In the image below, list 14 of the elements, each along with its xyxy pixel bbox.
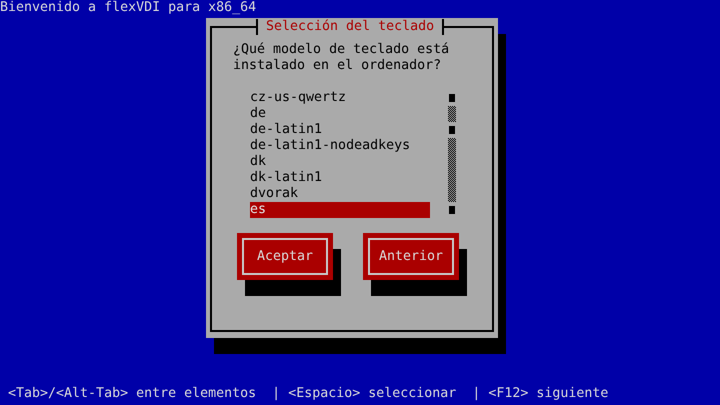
list-item[interactable]: de-latin1 <box>250 122 430 138</box>
list-item[interactable]: dvorak <box>250 186 430 202</box>
status-text: <Tab>/<Alt-Tab> entre elementos | <Espacio> seleccionar | <F12> siguiente <box>7 386 610 402</box>
list-item[interactable]: dk-latin1 <box>250 170 430 186</box>
list-item[interactable]: es <box>250 202 430 218</box>
list-item[interactable]: cz-us-qwertz <box>250 90 430 106</box>
list-item[interactable]: de <box>250 106 430 122</box>
list-item[interactable]: dk <box>250 154 430 170</box>
dialog-button[interactable]: Aceptar <box>237 233 333 280</box>
dialog-button[interactable]: Anterior <box>363 233 459 280</box>
screen-title: Bienvenido a flexVDI para x86_64 <box>0 0 256 16</box>
question-text: ¿Qué modelo de teclado está instalado en el ordenador? <box>233 42 450 74</box>
dialog-title: Selección del teclado <box>256 19 444 35</box>
list-item[interactable]: de-latin1-nodeadkeys <box>250 138 430 154</box>
